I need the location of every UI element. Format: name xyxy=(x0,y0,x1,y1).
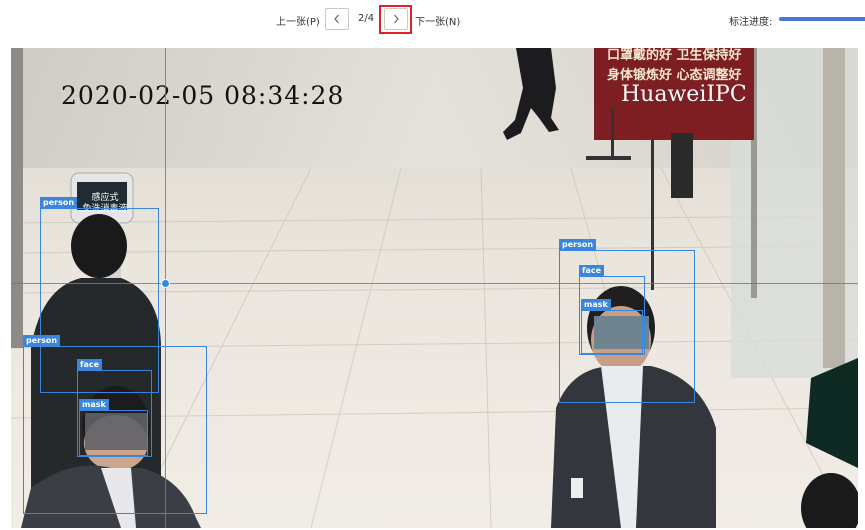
bbox-mask[interactable]: mask xyxy=(79,399,148,456)
annotation-toolbar: 上一张(P) 2/4 下一张(N) 标注进度: xyxy=(0,0,865,40)
dispenser-sign-line-1: 感应式 xyxy=(91,193,119,203)
banner-line-1: 口罩戴的好 卫生保持好 xyxy=(607,48,742,63)
video-timestamp: 2020-02-05 08:34:28 xyxy=(61,81,345,110)
bbox-label: person xyxy=(40,197,78,208)
bbox-label: person xyxy=(559,239,597,250)
page-indicator: 2/4 xyxy=(358,13,375,24)
crosshair-anchor-handle[interactable] xyxy=(161,279,170,288)
next-button-highlight xyxy=(379,5,412,34)
next-image-label[interactable]: 下一张(N) xyxy=(415,13,460,28)
annotation-progress-bar xyxy=(779,17,865,21)
chevron-left-icon xyxy=(334,14,339,24)
bbox-mask[interactable]: mask xyxy=(581,299,643,354)
bbox-label: face xyxy=(77,359,103,370)
banner-line-2: 身体锻炼好 心态调整好 xyxy=(607,68,742,83)
bbox-label: mask xyxy=(79,399,109,410)
annotation-canvas[interactable]: 2020-02-05 08:34:28 口罩戴的好 卫生保持好 身体锻炼好 心态… xyxy=(11,48,858,528)
crosshair-horizontal-guide xyxy=(11,283,858,284)
bbox-label: face xyxy=(579,265,605,276)
progress-label: 标注进度: xyxy=(729,17,773,28)
prev-image-button[interactable] xyxy=(325,8,349,30)
prev-image-label[interactable]: 上一张(P) xyxy=(276,13,320,28)
camera-brand-label: HuaweiIPC xyxy=(621,82,747,107)
bbox-label: person xyxy=(23,335,61,346)
bbox-label: mask xyxy=(581,299,611,310)
crosshair-vertical-guide xyxy=(165,48,166,528)
